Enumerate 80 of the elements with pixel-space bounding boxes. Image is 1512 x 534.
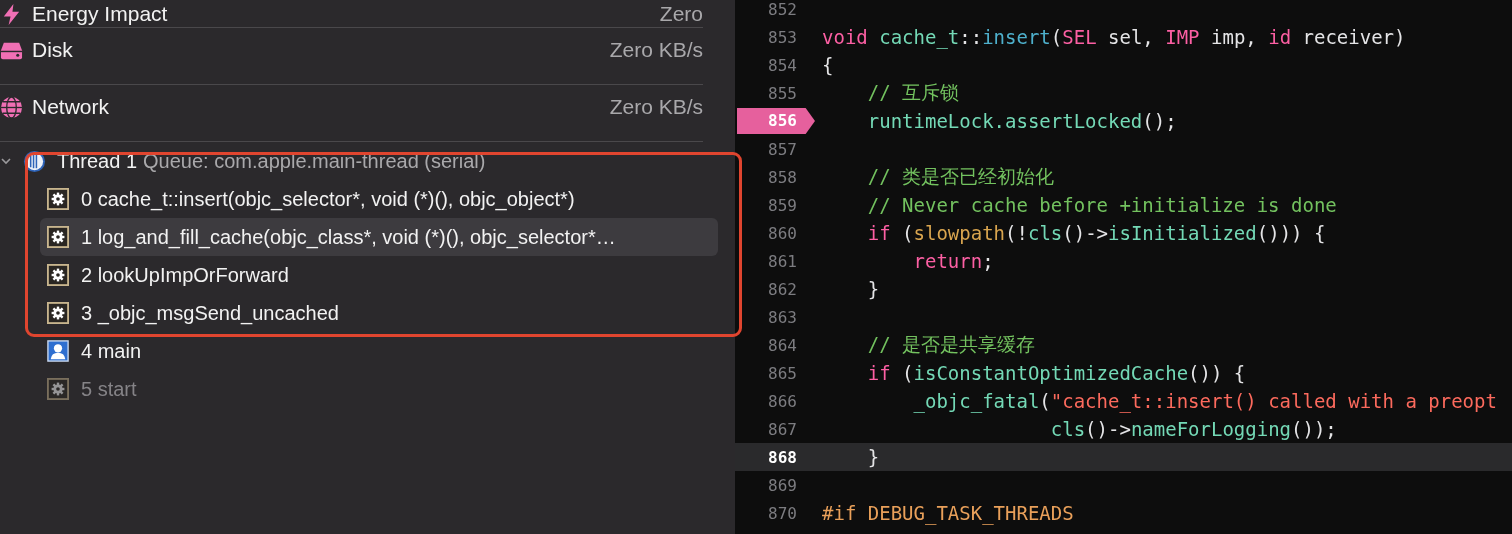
code-comment: // 是否是共享缓存 — [866, 333, 1036, 355]
code-keyword: return — [912, 250, 983, 272]
line-number: 855 — [768, 83, 798, 103]
code-token: cache_t — [879, 26, 960, 48]
code-token: receiver) — [1301, 26, 1406, 48]
stack-frame-row[interactable]: 1 log_and_fill_cache(objc_class*, void (*)(), objc_selector*… — [40, 218, 718, 256]
stack-frame-row[interactable]: 3 _objc_msgSend_uncached — [40, 294, 718, 332]
gauge-label: Disk — [32, 37, 73, 63]
gear-icon — [47, 302, 69, 324]
code-token: ( — [901, 222, 914, 244]
gauge-label: Network — [32, 94, 110, 120]
line-number: 869 — [768, 475, 798, 495]
code-keyword: if — [866, 362, 891, 384]
code-token: ( — [1039, 390, 1051, 412]
chevron-icon[interactable] — [0, 155, 12, 167]
gear-icon — [47, 264, 69, 286]
line-number: 854 — [768, 55, 798, 75]
code-keyword: IMP — [1165, 26, 1200, 48]
code-keyword: if — [866, 222, 891, 244]
line-number: 852 — [768, 0, 798, 19]
code-token: ; — [982, 250, 994, 272]
code-token: sel, — [1107, 26, 1155, 48]
stack-frame-row[interactable]: 2 lookUpImpOrForward — [40, 256, 718, 294]
code-keyword: id — [1268, 26, 1292, 48]
code-token: (); — [1142, 110, 1177, 132]
stack-frame-row[interactable]: 0 cache_t::insert(objc_selector*, void (*)(), objc_object*) — [40, 180, 718, 218]
code-comment: // 互斥锁 — [866, 81, 960, 103]
code-token: nameForLogging — [1130, 418, 1292, 440]
gear-icon — [47, 378, 69, 400]
code-token: ( — [901, 362, 914, 384]
code-token: slowpath — [913, 222, 1006, 244]
code-token: { — [822, 54, 834, 76]
stack-frame-row[interactable]: 4 main — [40, 332, 718, 370]
gauge-label: Energy Impact — [32, 1, 168, 27]
line-number: 857 — [768, 139, 798, 159]
code-token: isInitialized — [1108, 222, 1257, 244]
code-token: imp, — [1210, 26, 1258, 48]
code-token: ()-> — [1062, 222, 1109, 244]
code-token: ())) { — [1256, 222, 1326, 244]
code-token: isConstantOptimizedCache — [913, 362, 1189, 384]
code-token: #if DEBUG_TASK_THREADS — [822, 502, 1074, 524]
code-token: ()) { — [1188, 362, 1246, 384]
gear-icon — [47, 226, 69, 248]
code-token: } — [866, 446, 880, 468]
line-number: 864 — [768, 335, 798, 355]
line-number: 861 — [768, 251, 798, 271]
code-token: (! — [1005, 222, 1028, 244]
code-token: runtimeLock.assertLocked — [866, 110, 1143, 132]
line-number: 858 — [768, 167, 798, 187]
code-keyword: void — [822, 26, 869, 48]
gear-icon — [47, 188, 69, 210]
gauge-value: Zero — [659, 1, 703, 27]
code-token: _objc_fatal — [912, 390, 1040, 412]
line-number: 870 — [768, 503, 798, 523]
stack-frame-row[interactable]: 5 start — [40, 370, 718, 408]
line-number: 865 — [768, 363, 798, 383]
code-token: ( — [1050, 26, 1063, 48]
line-number: 868 — [768, 447, 798, 467]
code-comment: // 类是否已经初始化 — [866, 165, 1055, 187]
line-number: 863 — [768, 307, 798, 327]
code-token: cls — [1027, 222, 1063, 244]
line-number: 859 — [768, 195, 798, 215]
code-token: ()); — [1291, 418, 1337, 440]
line-number: 860 — [768, 223, 798, 243]
thread-icon — [23, 149, 46, 173]
code-comment: // Never cache before +initialize is done — [866, 194, 1337, 216]
code-token: insert — [982, 26, 1051, 48]
code-token: } — [866, 278, 880, 300]
code-keyword: SEL — [1062, 26, 1097, 48]
code-token: :: — [959, 26, 983, 48]
gauge-value: Zero KB/s — [609, 37, 703, 63]
line-number: 853 — [768, 27, 798, 47]
line-number: 862 — [768, 279, 798, 299]
line-number: 866 — [768, 391, 798, 411]
gauge-value: Zero KB/s — [609, 94, 703, 120]
line-number: 867 — [768, 419, 798, 439]
person-icon — [47, 340, 69, 362]
string-literal: "cache_t::insert() called with a preopt — [1050, 390, 1497, 412]
code-token: cls — [1049, 418, 1086, 440]
code-token: ()-> — [1085, 418, 1131, 440]
